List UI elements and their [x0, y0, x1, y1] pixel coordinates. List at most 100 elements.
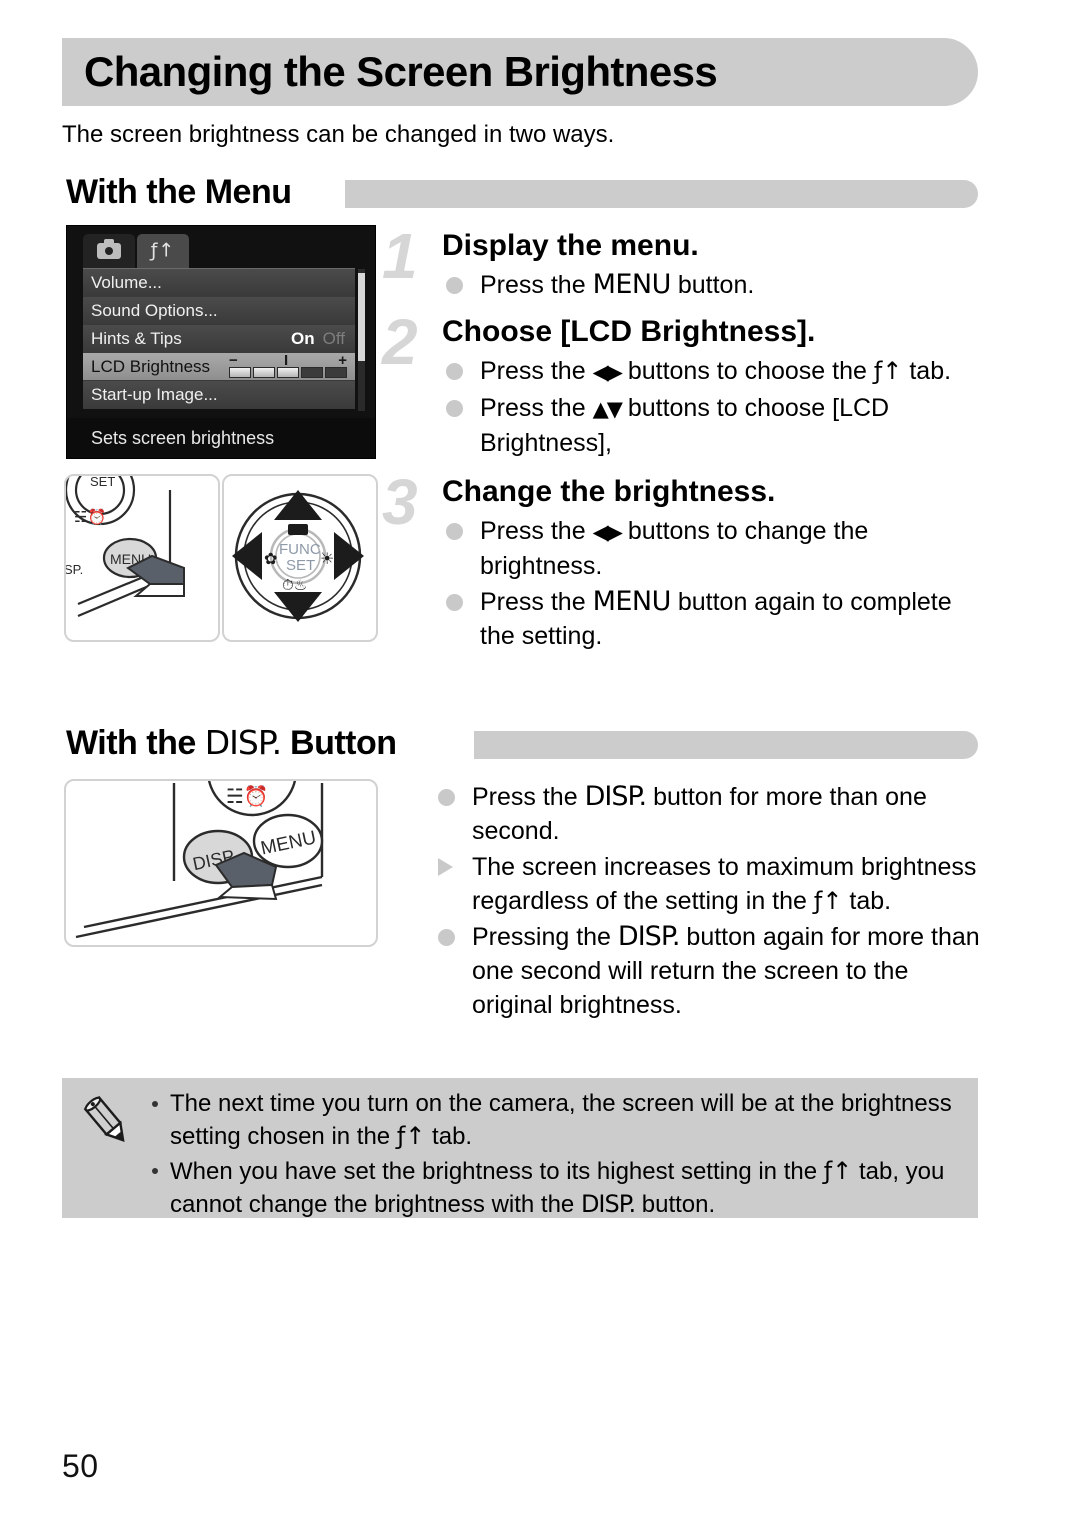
- line-post: buttons to choose the: [620, 357, 874, 385]
- lcd-row-sound-options[interactable]: Sound Options...: [83, 297, 355, 325]
- brightness-slider[interactable]: − I +: [229, 352, 347, 378]
- disp-key-glyph: DISP.: [204, 723, 282, 762]
- disp-result-line: The screen increases to maximum brightne…: [434, 850, 982, 918]
- intro-text: The screen brightness can be changed in …: [62, 121, 615, 148]
- line-pre: Press the: [480, 588, 593, 616]
- note-bullet-icon: [152, 1168, 158, 1174]
- lcd-scrollbar-thumb[interactable]: [358, 273, 365, 361]
- disp-bullet-line: Pressing the DISP. button again for more…: [434, 920, 982, 1022]
- line-pre: Press the: [472, 783, 585, 811]
- svg-text:SET: SET: [286, 557, 315, 574]
- section-heading-bar: [345, 180, 978, 208]
- disp-instructions: Press the DISP. button for more than one…: [434, 780, 982, 1024]
- page-number: 50: [62, 1448, 99, 1484]
- disp-key-glyph: DISP.: [617, 921, 681, 952]
- lcd-row-hints-tips[interactable]: Hints & Tips On Off: [83, 325, 355, 353]
- note-item: When you have set the brightness to its …: [146, 1155, 966, 1221]
- lcd-row-lcd-brightness[interactable]: LCD Brightness − I +: [83, 353, 355, 381]
- line-pre: Press the: [480, 357, 593, 385]
- section-heading-menu: With the Menu: [62, 172, 978, 212]
- note-post: tab.: [425, 1123, 473, 1150]
- step-bullet-line: Press the MENU button.: [442, 268, 982, 302]
- disp-button-photo: ☵⏰ MENU DISP.: [64, 779, 378, 947]
- svg-text:SET: SET: [90, 476, 115, 489]
- slider-segment[interactable]: [277, 367, 299, 378]
- bullet-dot-icon: [438, 929, 455, 946]
- slider-segment[interactable]: [301, 367, 323, 378]
- direction-pad-photo: FUNC. SET ✿ ☀ ⏱♨: [222, 474, 378, 642]
- line-post2: tab.: [902, 357, 952, 385]
- page-title: Changing the Screen Brightness: [84, 48, 718, 95]
- step-title: Choose [LCD Brightness].: [442, 315, 816, 348]
- section-heading-label: With the DISP. Button: [66, 723, 397, 763]
- slider-track[interactable]: [229, 367, 347, 378]
- lcd-tab-shooting[interactable]: [83, 234, 135, 268]
- section-heading-disp: With the DISP. Button: [62, 723, 978, 763]
- slider-minus-label: −: [229, 352, 238, 369]
- tools-tab-icon: ƒ↑: [396, 1122, 426, 1150]
- svg-text:☵⏰: ☵⏰: [226, 784, 269, 808]
- tools-tab-icon: ƒ↑: [873, 357, 903, 385]
- bullet-dot-icon: [446, 400, 463, 417]
- pencil-icon: [83, 1095, 125, 1142]
- hints-value-on[interactable]: On: [291, 329, 315, 348]
- line-pre: Pressing the: [472, 923, 618, 951]
- slider-plus-label: +: [338, 352, 347, 369]
- lcd-tab-settings[interactable]: ƒ↑: [137, 234, 189, 268]
- tools-icon: ƒ↑: [150, 239, 176, 262]
- line-pre: Press the: [480, 394, 593, 422]
- lcd-row-label: LCD Brightness: [91, 357, 211, 376]
- svg-text:FUNC.: FUNC.: [279, 541, 325, 558]
- line-pre: Press the: [480, 517, 593, 545]
- menu-button-photo: SET ☵⏰ SP. MENU: [64, 474, 220, 642]
- left-right-arrows-icon: ◀▶: [592, 520, 623, 544]
- bullet-dot-icon: [446, 594, 463, 611]
- menu-key-glyph: MENU: [592, 586, 672, 617]
- lcd-row-label: Volume...: [91, 273, 162, 292]
- step-title: Display the menu.: [442, 229, 699, 262]
- bullet-dot-icon: [446, 277, 463, 294]
- lcd-row-label: Hints & Tips: [91, 329, 182, 348]
- svg-text:SP.: SP.: [66, 562, 83, 577]
- camera-icon: [97, 239, 121, 259]
- step-bullet-line: Press the MENU button again to complete …: [442, 585, 982, 653]
- line-pre: The screen increases to maximum brightne…: [472, 853, 977, 915]
- note-item: The next time you turn on the camera, th…: [146, 1088, 966, 1153]
- disp-button-illustration: ☵⏰ MENU DISP.: [75, 781, 324, 939]
- svg-text:✿: ✿: [264, 549, 277, 568]
- heading-prefix: With the: [66, 724, 205, 762]
- left-right-arrows-icon: ◀▶: [592, 360, 623, 384]
- step-2: 2 Choose [LCD Brightness]. Press the ◀▶ …: [382, 310, 982, 460]
- lcd-row-value: On Off: [291, 325, 345, 353]
- note-pre: The next time you turn on the camera, th…: [170, 1090, 952, 1150]
- lcd-menu-screenshot: ƒ↑ Volume... Sound Options... Hints & Ti…: [66, 225, 376, 459]
- step-3: 3 Change the brightness. Press the ◀▶ bu…: [382, 470, 982, 653]
- section-heading-label: With the Menu: [66, 173, 292, 211]
- step-bullet-line: Press the ◀▶ buttons to change the brigh…: [442, 514, 982, 583]
- hints-value-off[interactable]: Off: [323, 329, 345, 348]
- section-heading-bar: [474, 731, 978, 759]
- note-items: The next time you turn on the camera, th…: [146, 1088, 966, 1223]
- slider-mid-label: I: [284, 352, 289, 369]
- slider-segment[interactable]: [253, 367, 275, 378]
- step-number: 2: [382, 306, 418, 378]
- lcd-row-startup-image[interactable]: Start-up Image...: [83, 381, 355, 409]
- step-title: Change the brightness.: [442, 475, 776, 508]
- svg-text:☀: ☀: [320, 549, 334, 568]
- disp-key-glyph: DISP.: [580, 1190, 636, 1218]
- disp-key-glyph: DISP.: [584, 781, 648, 812]
- slider-segment[interactable]: [229, 367, 251, 378]
- bullet-dot-icon: [446, 523, 463, 540]
- note-bullet-icon: [152, 1101, 158, 1107]
- slider-segment[interactable]: [325, 367, 347, 378]
- lcd-row-volume[interactable]: Volume...: [83, 269, 355, 297]
- triangle-marker-icon: [438, 858, 453, 876]
- note-box: The next time you turn on the camera, th…: [62, 1078, 978, 1218]
- lcd-row-label: Start-up Image...: [91, 385, 218, 404]
- step-number: 3: [382, 466, 418, 538]
- direction-pad-illustration: FUNC. SET ✿ ☀ ⏱♨: [232, 490, 364, 622]
- svg-text:☵⏰: ☵⏰: [74, 507, 106, 526]
- lcd-scrollbar[interactable]: [358, 269, 365, 411]
- line-post: button.: [670, 271, 755, 299]
- note-pre: When you have set the brightness to its …: [170, 1158, 824, 1185]
